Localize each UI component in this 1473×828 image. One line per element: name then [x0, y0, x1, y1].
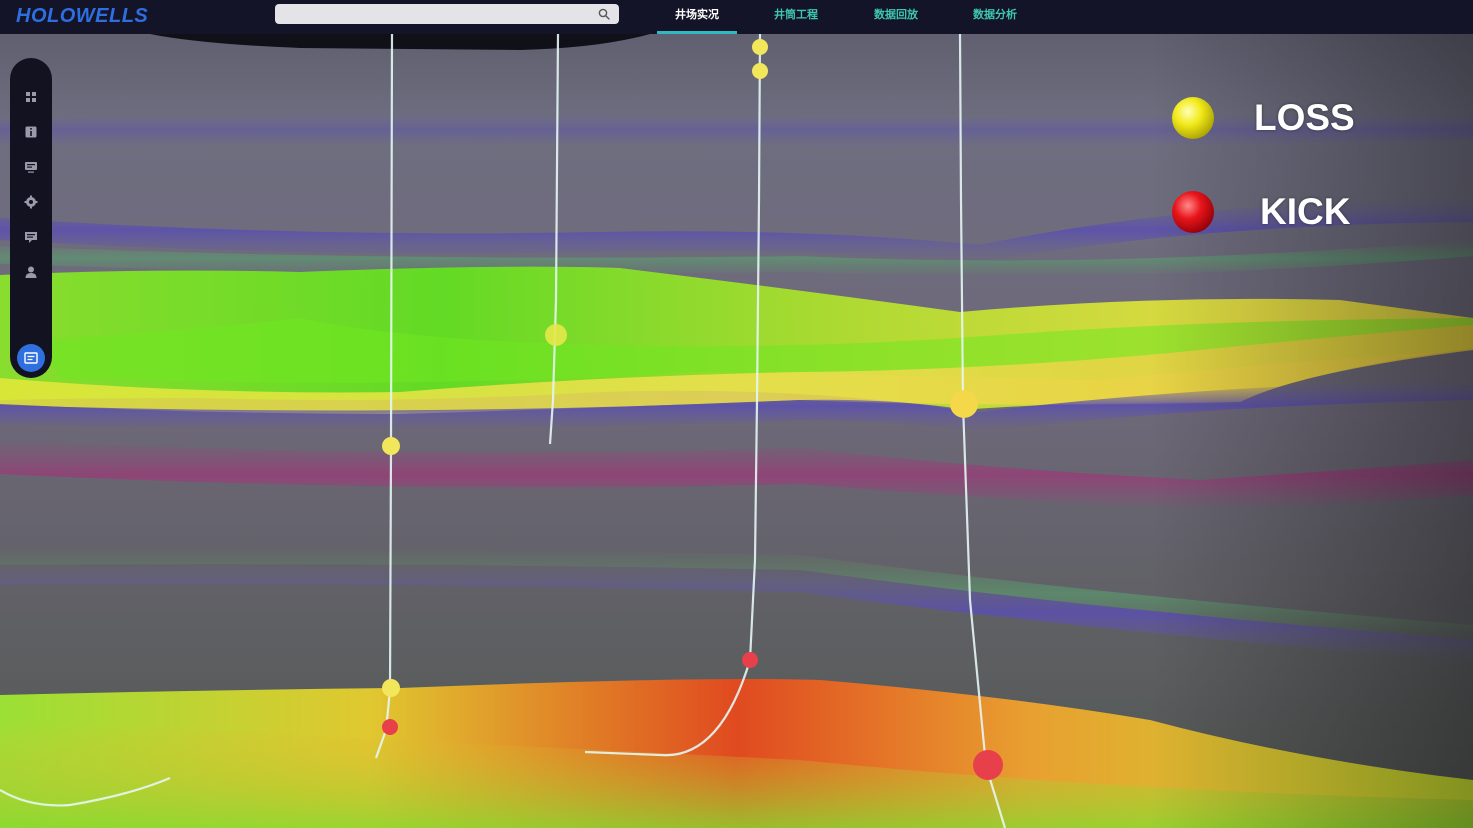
message-icon[interactable] — [23, 229, 39, 245]
list-icon — [24, 352, 38, 364]
list-button-active[interactable] — [17, 344, 45, 372]
loss-legend-label: LOSS — [1254, 97, 1355, 138]
monitor-icon[interactable] — [23, 159, 39, 175]
info-icon[interactable] — [23, 124, 39, 140]
dashboard-icon[interactable] — [23, 89, 39, 105]
tab-wellbore-engineering[interactable]: 井筒工程 — [757, 0, 835, 34]
loss-marker[interactable] — [382, 679, 400, 697]
user-icon[interactable] — [23, 264, 39, 280]
kick-legend-marker-icon — [1172, 191, 1214, 233]
tab-data-analysis[interactable]: 数据分析 — [956, 0, 1034, 34]
marker-legend: LOSS KICK — [1170, 92, 1430, 252]
logo[interactable]: HOLOWELLS — [16, 5, 148, 28]
kick-marker[interactable] — [382, 719, 398, 735]
left-sidebar — [10, 58, 52, 378]
kick-legend-label: KICK — [1260, 191, 1351, 232]
settings-icon[interactable] — [23, 194, 39, 210]
kick-marker[interactable] — [742, 652, 758, 668]
kick-marker[interactable] — [973, 750, 1003, 780]
loss-marker[interactable] — [382, 437, 400, 455]
top-navigation-bar: HOLOWELLS 井场实况 井筒工程 数据回放 数据分析 — [0, 0, 1473, 34]
loss-marker[interactable] — [752, 39, 768, 55]
tab-data-playback[interactable]: 数据回放 — [857, 0, 935, 34]
search-icon[interactable] — [598, 8, 610, 20]
tab-well-site-live[interactable]: 井场实况 — [657, 0, 737, 34]
loss-marker[interactable] — [950, 390, 978, 418]
loss-marker[interactable] — [752, 63, 768, 79]
loss-legend-marker-icon — [1172, 97, 1214, 139]
loss-marker[interactable] — [545, 324, 567, 346]
search-input[interactable] — [275, 4, 619, 24]
